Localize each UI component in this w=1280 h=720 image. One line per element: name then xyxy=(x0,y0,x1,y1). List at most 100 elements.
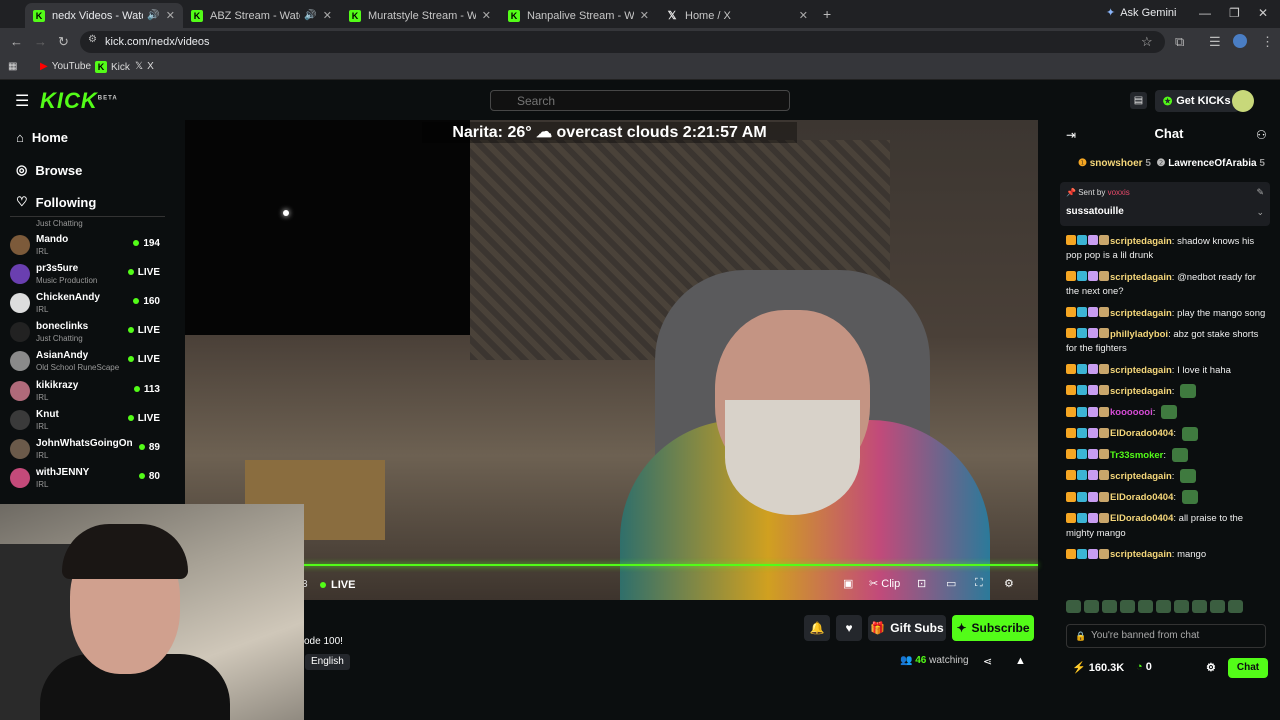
close-tab-icon[interactable]: ✕ xyxy=(482,9,491,22)
back-button[interactable]: ← xyxy=(10,34,23,49)
hamburger-menu-icon[interactable]: ☰ xyxy=(15,91,29,111)
new-tab-button[interactable]: + xyxy=(823,6,831,22)
chat-username[interactable]: scriptedagain xyxy=(1110,364,1172,375)
unpin-icon[interactable]: ✎ xyxy=(1256,187,1264,198)
chat-message[interactable]: ElDorado0404: all praise to the mighty m… xyxy=(1066,511,1271,541)
chat-message[interactable]: scriptedagain: I love it haha xyxy=(1066,363,1271,378)
close-tab-icon[interactable]: ✕ xyxy=(323,9,332,22)
chat-username[interactable]: phillyladyboi xyxy=(1110,329,1168,340)
chevron-down-icon[interactable]: ⌄ xyxy=(1256,207,1264,218)
live-indicator[interactable]: LIVE xyxy=(320,579,355,591)
search-input[interactable] xyxy=(490,90,790,111)
browser-tab[interactable]: K nedx Videos - Watch On-D 🔊 ✕ xyxy=(25,3,183,28)
chat-username[interactable]: scriptedagain xyxy=(1110,549,1172,560)
minimize-button[interactable]: — xyxy=(1199,6,1211,20)
share-icon[interactable]: ⋖ xyxy=(983,655,992,668)
theater-mode-icon[interactable]: ▭ xyxy=(946,577,956,590)
browser-tab[interactable]: K Muratstyle Stream - Watch Live ✕ xyxy=(341,3,499,28)
followed-channel[interactable]: AsianAndy Old School RuneScape LIVE xyxy=(10,348,160,376)
subscribe-button[interactable]: ✦ Subscribe xyxy=(952,615,1034,641)
clip-button[interactable]: ✂ Clip xyxy=(869,577,900,590)
video-progress-bar[interactable] xyxy=(187,564,1038,566)
close-tab-icon[interactable]: ✕ xyxy=(799,9,808,22)
chat-username[interactable]: ElDorado0404 xyxy=(1110,492,1173,503)
forward-button[interactable]: → xyxy=(34,34,47,49)
chat-username[interactable]: scriptedagain xyxy=(1110,471,1172,482)
chat-message[interactable]: scriptedagain: shadow knows his pop pop … xyxy=(1066,234,1271,264)
close-tab-icon[interactable]: ✕ xyxy=(166,9,175,22)
chat-message[interactable]: scriptedagain: xyxy=(1066,384,1271,399)
report-icon[interactable]: ▲ xyxy=(1015,655,1026,667)
gift-subs-button[interactable]: 🎁 Gift Subs xyxy=(868,615,946,641)
chat-username[interactable]: scriptedagain xyxy=(1110,236,1172,247)
fullscreen-icon[interactable]: ⛶ xyxy=(975,577,983,590)
chat-message[interactable]: ElDorado0404: xyxy=(1066,426,1271,441)
browser-menu-icon[interactable]: ⋮ xyxy=(1261,34,1274,50)
nav-home[interactable]: ⌂ Home xyxy=(16,130,68,145)
followed-channel[interactable]: Mando IRL 194 xyxy=(10,232,160,260)
browser-tab[interactable]: K Nanpalive Stream - Watch Live ✕ xyxy=(500,3,657,28)
chat-message[interactable]: scriptedagain: play the mango song xyxy=(1066,306,1271,321)
followed-channel[interactable]: kikikrazy IRL 113 xyxy=(10,378,160,406)
emote-bar[interactable] xyxy=(1066,600,1272,614)
miniplayer-icon[interactable]: ▣ xyxy=(843,577,853,590)
close-window-button[interactable]: ✕ xyxy=(1258,6,1268,20)
chat-message[interactable]: scriptedagain: @nedbot ready for the nex… xyxy=(1066,270,1271,300)
followed-channel[interactable]: pr3s5ure Music Production LIVE xyxy=(10,261,160,289)
language-tag[interactable]: English xyxy=(305,654,350,670)
send-chat-button[interactable]: Chat xyxy=(1228,658,1268,678)
followed-channel[interactable]: ChickenAndy IRL 160 xyxy=(10,290,160,318)
chat-message[interactable]: scriptedagain: xyxy=(1066,469,1271,484)
profile-avatar[interactable] xyxy=(1233,34,1247,48)
creator-dashboard-icon[interactable]: ▤ xyxy=(1130,92,1147,109)
chat-username[interactable]: ElDorado0404 xyxy=(1110,513,1173,524)
chat-username[interactable]: scriptedagain xyxy=(1110,386,1172,397)
notifications-bell-button[interactable]: 🔔 xyxy=(804,615,830,641)
followed-channel[interactable]: Knut IRL LIVE xyxy=(10,407,160,435)
chat-username[interactable]: scriptedagain xyxy=(1110,272,1172,283)
reload-button[interactable]: ↻ xyxy=(58,34,69,50)
channel-points[interactable]: ◔ 0 xyxy=(1136,661,1152,673)
nav-browse[interactable]: ◎ Browse xyxy=(16,162,82,178)
reading-list-icon[interactable]: ☰ xyxy=(1209,34,1221,50)
bookmark-youtube[interactable]: ▶ YouTube xyxy=(40,61,91,72)
chat-message[interactable]: scriptedagain: mango xyxy=(1066,547,1271,562)
ask-gemini-button[interactable]: ✦ Ask Gemini xyxy=(1106,6,1176,20)
chat-message[interactable]: phillyladyboi: abz got stake shorts for … xyxy=(1066,327,1271,357)
bookmark-star-icon[interactable]: ☆ xyxy=(1141,34,1153,50)
pinned-message[interactable]: 📌 Sent by voxxis sussatouille ✎ ⌄ xyxy=(1060,182,1270,226)
chat-settings-icon[interactable]: ⚙ xyxy=(1206,661,1216,674)
chat-username[interactable]: scriptedagain xyxy=(1110,307,1172,318)
bookmark-x[interactable]: 𝕏 X xyxy=(135,61,154,72)
speaker-icon[interactable]: 🔊 xyxy=(304,10,316,21)
nav-following[interactable]: ♡ Following xyxy=(16,194,96,210)
chat-username[interactable]: ElDorado0404 xyxy=(1110,428,1173,439)
video-player[interactable] xyxy=(185,120,1038,600)
get-kicks-button[interactable]: ✪ Get KICKs xyxy=(1155,90,1239,112)
browser-tab[interactable]: 𝕏 Home / X ✕ xyxy=(658,3,816,28)
browser-tab[interactable]: K ABZ Stream - Watch Live o 🔊 ✕ xyxy=(183,3,340,28)
kicks-balance[interactable]: ⚡ 160.3K xyxy=(1072,661,1124,674)
captions-icon[interactable]: ⊡ xyxy=(917,577,926,590)
settings-gear-icon[interactable]: ⚙ xyxy=(1004,577,1014,590)
chat-message[interactable]: Tr33smoker: xyxy=(1066,447,1271,463)
speaker-icon[interactable]: 🔊 xyxy=(147,10,159,21)
site-info-icon[interactable]: ⚙ xyxy=(88,34,97,45)
chat-users-icon[interactable]: ⚇ xyxy=(1256,128,1267,142)
apps-grid-icon[interactable]: ▦ xyxy=(8,61,17,72)
close-tab-icon[interactable]: ✕ xyxy=(640,9,649,22)
kick-logo[interactable]: KICKBETA xyxy=(40,88,118,114)
chat-username[interactable]: Tr33smoker xyxy=(1110,449,1163,460)
bookmark-kick[interactable]: K Kick xyxy=(95,61,130,73)
extensions-icon[interactable]: ⧉ xyxy=(1175,34,1184,50)
followed-channel[interactable]: withJENNY IRL 80 xyxy=(10,465,160,493)
chat-message[interactable]: kooooooi: xyxy=(1066,405,1271,420)
maximize-button[interactable]: ❐ xyxy=(1229,6,1240,20)
followed-channel[interactable]: JohnWhatsGoingOn IRL 89 xyxy=(10,436,160,464)
followed-channel[interactable]: boneclinks Just Chatting LIVE xyxy=(10,319,160,347)
url-input[interactable]: kick.com/nedx/videos xyxy=(80,31,1165,53)
chat-username[interactable]: kooooooi xyxy=(1110,407,1153,418)
chat-message[interactable]: ElDorado0404: xyxy=(1066,490,1271,505)
follow-heart-button[interactable]: ♥ xyxy=(836,615,862,641)
user-avatar[interactable] xyxy=(1232,90,1254,112)
